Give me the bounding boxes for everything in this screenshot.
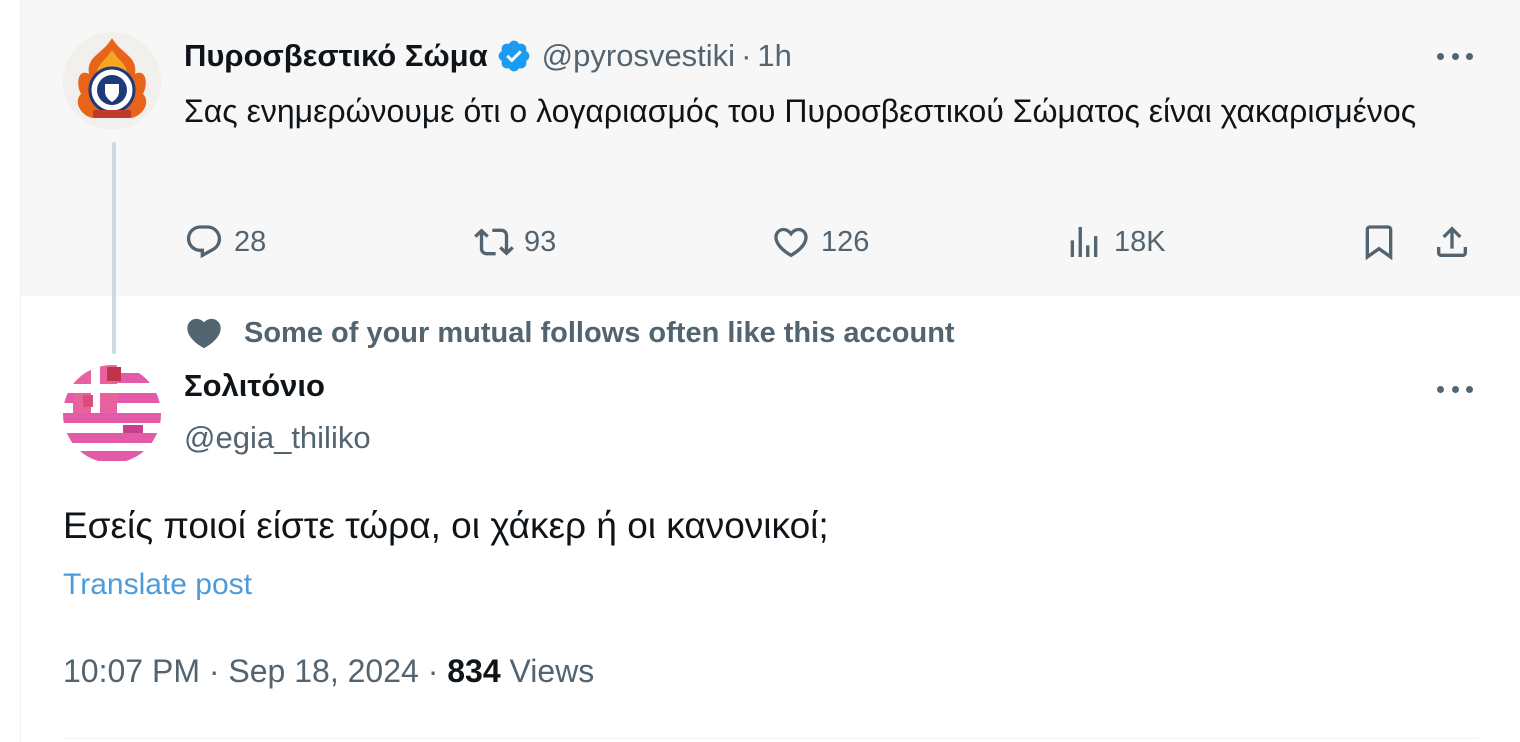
post-views-label: Views [509,653,595,689]
share-button[interactable] [1432,215,1472,269]
reply-post-text: Εσείς ποιοί είστε τώρα, οι χάκερ ή οι κα… [63,505,829,546]
post-timestamp[interactable]: 10:07 PM · Sep 18, 2024 [63,653,419,689]
reply-button[interactable]: 28 [184,215,266,269]
repost-button[interactable]: 93 [474,215,556,269]
parent-post-text: Σας ενημερώνουμε ότι ο λογαριασμός του Π… [184,93,1417,129]
verified-badge-icon[interactable] [496,38,532,74]
reply-more-options-icon[interactable] [1435,379,1475,399]
post-detail-view: Πυροσβεστικό Σώμα @pyrosvestiki · 1h Σας… [20,0,1520,742]
parent-more-options-icon[interactable] [1435,46,1475,66]
views-button[interactable]: 18K [1064,215,1166,269]
reply-icon [186,225,222,259]
parent-post[interactable]: Πυροσβεστικό Σώμα @pyrosvestiki · 1h Σας… [21,0,1520,296]
parent-avatar[interactable] [63,32,161,130]
thread-connector-line [112,142,116,354]
bookmark-button[interactable] [1359,215,1399,269]
like-button[interactable]: 126 [771,215,869,269]
repost-icon [474,228,514,256]
header-separator: · [741,38,752,73]
divider [63,738,1479,739]
parent-handle[interactable]: @pyrosvestiki [542,38,735,74]
reply-avatar[interactable] [63,365,161,463]
social-context: Some of your mutual follows often like t… [184,313,955,353]
analytics-icon [1070,227,1098,257]
parent-time[interactable]: 1h [757,38,791,74]
heart-outline-icon [774,227,808,258]
reply-handle[interactable]: @egia_thiliko [184,420,371,456]
pink-greek-flag-icon [63,365,161,463]
like-count: 126 [821,225,870,258]
heart-icon [187,318,221,349]
reply-display-name[interactable]: Σολιτόνιο [184,368,325,404]
reply-count: 28 [234,225,267,258]
repost-count: 93 [524,225,557,258]
meta-separator: · [427,653,439,689]
post-views-count: 834 [447,653,501,689]
parent-header: Πυροσβεστικό Σώμα @pyrosvestiki · 1h [184,36,792,76]
share-icon [1437,226,1467,257]
views-count: 18K [1114,225,1166,258]
parent-action-bar: 28 93 126 18K [184,215,1484,269]
post-metadata: 10:07 PM · Sep 18, 2024 · 834 Views [63,653,594,690]
bookmark-icon [1365,225,1393,261]
fire-service-emblem-icon [63,32,161,130]
translate-post-link[interactable]: Translate post [63,568,252,602]
social-context-text: Some of your mutual follows often like t… [244,316,955,349]
parent-display-name[interactable]: Πυροσβεστικό Σώμα [184,38,488,74]
